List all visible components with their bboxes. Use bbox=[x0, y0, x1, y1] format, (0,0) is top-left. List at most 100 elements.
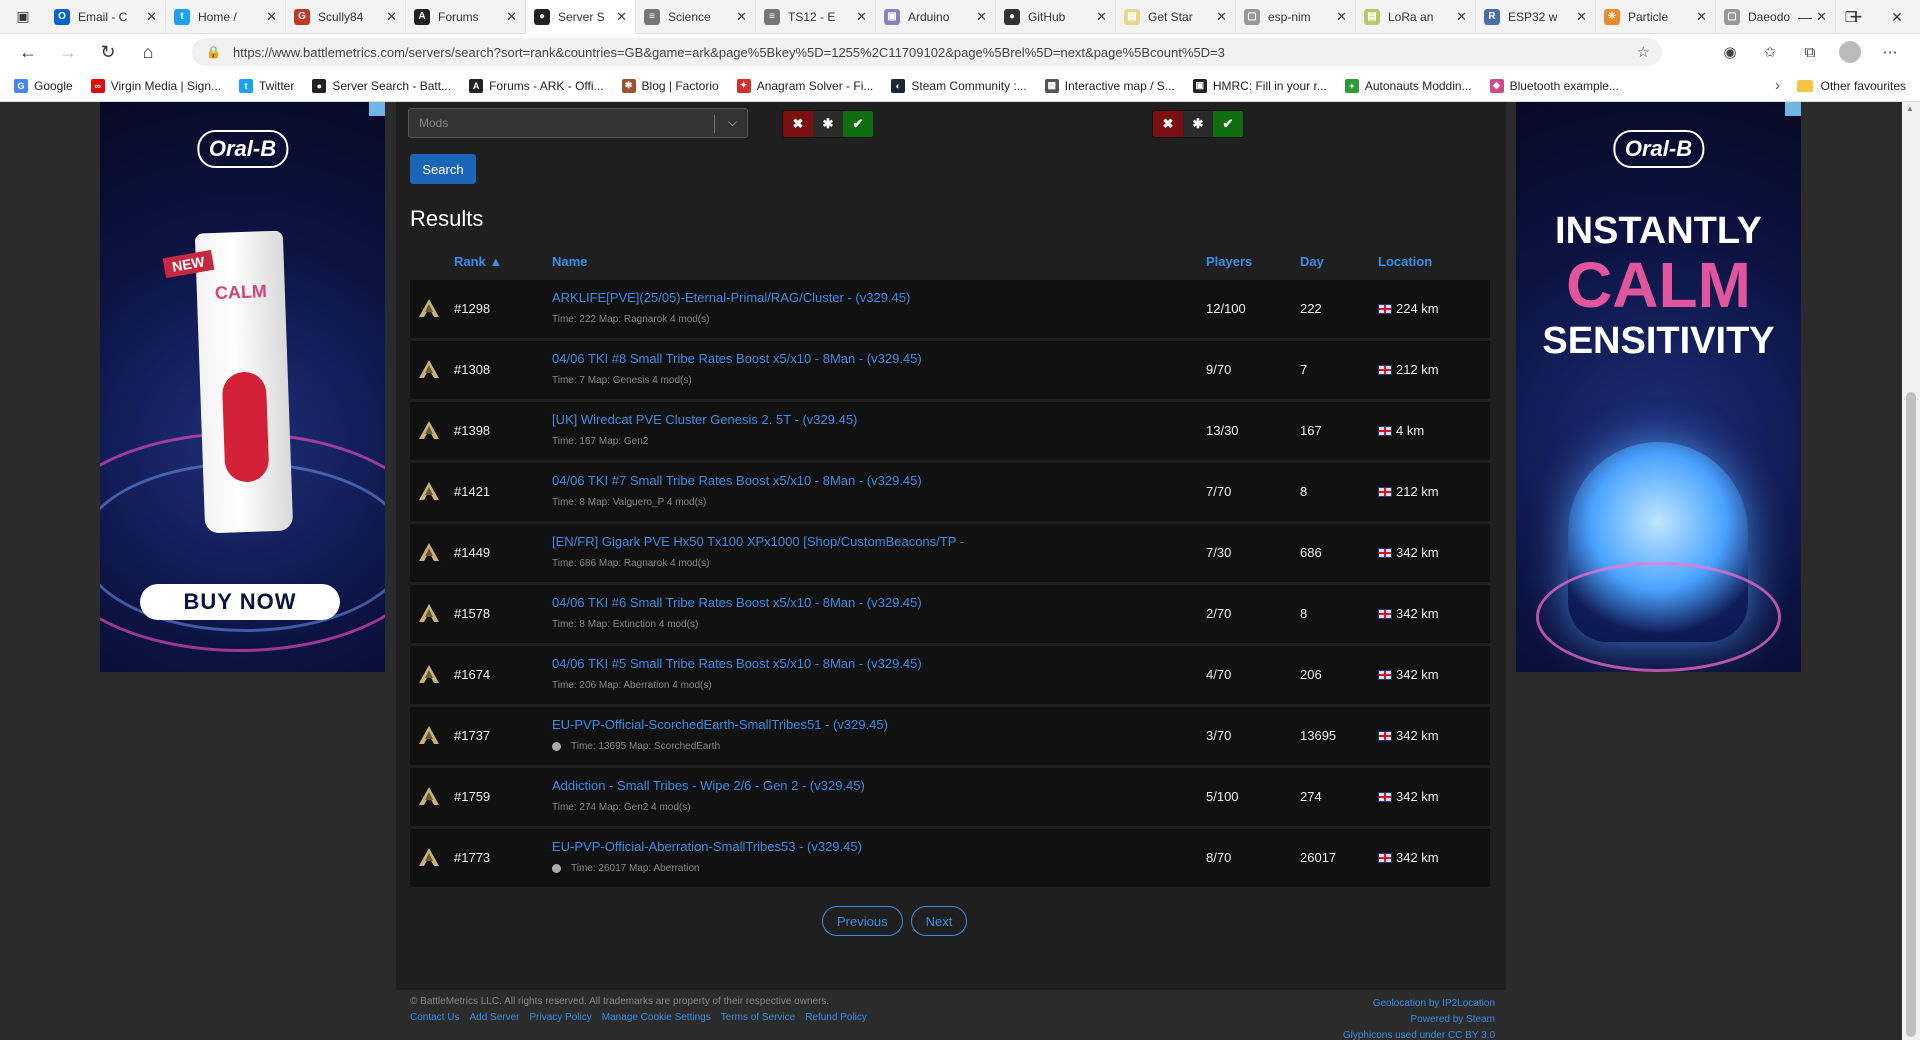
browser-tab[interactable]: ▤ Get Star ✕ bbox=[1116, 0, 1236, 34]
favorite-star-icon[interactable]: ☆ bbox=[1637, 43, 1650, 61]
close-tab-icon[interactable]: ✕ bbox=[1096, 9, 1107, 25]
footer-credit-link[interactable]: Geolocation by IP2Location bbox=[1343, 996, 1495, 1012]
tab-actions-menu-icon[interactable]: ▣ bbox=[0, 0, 46, 34]
table-row[interactable]: #1578 04/06 TKI #6 Small Tribe Rates Boos… bbox=[410, 585, 1490, 643]
bookmark-item[interactable]: A Forums - ARK - Offi... bbox=[469, 78, 604, 93]
home-icon[interactable]: ⌂ bbox=[128, 34, 168, 70]
search-button[interactable]: Search bbox=[410, 154, 476, 184]
restore-icon[interactable]: ❐ bbox=[1828, 0, 1874, 34]
browser-tab[interactable]: ≡ TS12 - E ✕ bbox=[756, 0, 876, 34]
profile-avatar[interactable] bbox=[1839, 41, 1861, 63]
bookmark-item[interactable]: ▣ HMRC: Fill in your r... bbox=[1192, 78, 1327, 93]
favorites-icon[interactable]: ✩ bbox=[1750, 43, 1790, 61]
close-tab-icon[interactable]: ✕ bbox=[976, 9, 987, 25]
table-row[interactable]: #1449 [EN/FR] Gigark PVE Hx50 Tx100 XPx10… bbox=[410, 524, 1490, 582]
table-row[interactable]: #1398 [UK] Wiredcat PVE Cluster Genesis 2… bbox=[410, 402, 1490, 460]
server-name-link[interactable]: Addiction - Small Tribes - Wipe 2/6 - Ge… bbox=[552, 778, 865, 793]
location-column-header[interactable]: Location bbox=[1378, 254, 1432, 269]
server-name-link[interactable]: ARKLIFE[PVE](25/05)-Eternal-Primal/RAG/C… bbox=[552, 290, 910, 305]
extension-icon[interactable]: ◉ bbox=[1710, 43, 1750, 61]
lock-icon[interactable]: 🔒 bbox=[206, 45, 221, 59]
close-tab-icon[interactable]: ✕ bbox=[1336, 9, 1347, 25]
next-page-button[interactable]: Next bbox=[910, 906, 968, 936]
close-tab-icon[interactable]: ✕ bbox=[506, 9, 517, 25]
browser-tab[interactable]: ● Server S ✕ bbox=[526, 0, 636, 34]
close-tab-icon[interactable]: ✕ bbox=[856, 9, 867, 25]
bookmark-item[interactable]: ✱ Blog | Factorio bbox=[621, 78, 719, 93]
neutral-icon[interactable]: ✱ bbox=[1183, 111, 1213, 137]
close-tab-icon[interactable]: ✕ bbox=[616, 9, 627, 25]
footer-link[interactable]: Refund Policy bbox=[805, 1012, 867, 1023]
close-tab-icon[interactable]: ✕ bbox=[1576, 9, 1587, 25]
bookmark-item[interactable]: ▦ Interactive map / S... bbox=[1044, 78, 1175, 93]
ad-choices-icon[interactable] bbox=[1785, 102, 1801, 116]
bookmark-item[interactable]: G Google bbox=[14, 78, 73, 93]
browser-tab[interactable]: ≡ Science ✕ bbox=[636, 0, 756, 34]
page-scrollbar[interactable]: ▲ bbox=[1902, 102, 1920, 1040]
footer-credit-link[interactable]: Powered by Steam bbox=[1343, 1012, 1496, 1028]
table-row[interactable]: #1773 EU-PVP-Official-Aberration-SmallTri… bbox=[410, 829, 1490, 887]
table-row[interactable]: #1308 04/06 TKI #8 Small Tribe Rates Boos… bbox=[410, 341, 1490, 399]
table-row[interactable]: #1759 Addiction - Small Tribes - Wipe 2/6… bbox=[410, 768, 1490, 826]
mods-select[interactable]: Mods ⌵ bbox=[408, 108, 748, 138]
server-name-link[interactable]: [EN/FR] Gigark PVE Hx50 Tx100 XPx1000 [S… bbox=[552, 534, 964, 549]
table-row[interactable]: #1298 ARKLIFE[PVE](25/05)-Eternal-Primal/… bbox=[410, 280, 1490, 338]
browser-tab[interactable]: R ESP32 w ✕ bbox=[1476, 0, 1596, 34]
browser-tab[interactable]: ✳ Particle ✕ bbox=[1596, 0, 1716, 34]
url-field[interactable]: 🔒 https://www.battlemetrics.com/servers/… bbox=[192, 38, 1662, 66]
browser-tab[interactable]: O Email - C ✕ bbox=[46, 0, 166, 34]
browser-tab[interactable]: t Home / ✕ bbox=[166, 0, 286, 34]
back-icon[interactable]: ← bbox=[8, 34, 48, 70]
include-icon[interactable]: ✔ bbox=[843, 111, 873, 137]
server-name-link[interactable]: 04/06 TKI #5 Small Tribe Rates Boost x5/… bbox=[552, 656, 922, 671]
players-column-header[interactable]: Players bbox=[1206, 254, 1252, 269]
bookmark-item[interactable]: ◆ Bluetooth example... bbox=[1489, 78, 1619, 93]
server-name-link[interactable]: 04/06 TKI #8 Small Tribe Rates Boost x5/… bbox=[552, 351, 922, 366]
right-advertisement[interactable]: Oral-B INSTANTLY CALM SENSITIVITY bbox=[1516, 102, 1801, 672]
collections-icon[interactable]: ⧉ bbox=[1790, 44, 1830, 61]
bookmark-item[interactable]: ● Server Search - Batt... bbox=[312, 78, 451, 93]
server-name-link[interactable]: 04/06 TKI #7 Small Tribe Rates Boost x5/… bbox=[552, 473, 922, 488]
rank-column-header[interactable]: Rank ▲ bbox=[454, 254, 502, 269]
close-tab-icon[interactable]: ✕ bbox=[1696, 9, 1707, 25]
bookmark-item[interactable]: ◐ Steam Community :... bbox=[891, 78, 1027, 93]
footer-link[interactable]: Privacy Policy bbox=[530, 1012, 592, 1023]
close-window-icon[interactable]: ✕ bbox=[1874, 0, 1920, 34]
close-tab-icon[interactable]: ✕ bbox=[386, 9, 397, 25]
minimize-icon[interactable]: — bbox=[1782, 0, 1828, 34]
server-name-link[interactable]: 04/06 TKI #6 Small Tribe Rates Boost x5/… bbox=[552, 595, 922, 610]
more-menu-icon[interactable]: ⋯ bbox=[1870, 43, 1910, 61]
bookmark-item[interactable]: ∞ Virgin Media | Sign... bbox=[90, 78, 221, 93]
bookmark-item[interactable]: t Twitter bbox=[239, 78, 294, 93]
bookmark-item[interactable]: + Autonauts Moddin... bbox=[1344, 78, 1472, 93]
table-row[interactable]: #1421 04/06 TKI #7 Small Tribe Rates Boos… bbox=[410, 463, 1490, 521]
browser-tab[interactable]: ▤ LoRa an ✕ bbox=[1356, 0, 1476, 34]
footer-link[interactable]: Terms of Service bbox=[721, 1012, 795, 1023]
bookmark-item[interactable]: ✦ Anagram Solver - Fi... bbox=[736, 78, 873, 93]
server-name-link[interactable]: EU-PVP-Official-Aberration-SmallTribes53… bbox=[552, 839, 862, 854]
close-tab-icon[interactable]: ✕ bbox=[1456, 9, 1467, 25]
day-column-header[interactable]: Day bbox=[1300, 254, 1324, 269]
browser-tab[interactable]: A Forums ✕ bbox=[406, 0, 526, 34]
browser-tab[interactable]: ▣ Arduino ✕ bbox=[876, 0, 996, 34]
forward-icon[interactable]: → bbox=[48, 34, 88, 70]
neutral-icon[interactable]: ✱ bbox=[813, 111, 843, 137]
footer-link[interactable]: Manage Cookie Settings bbox=[602, 1012, 711, 1023]
server-name-link[interactable]: [UK] Wiredcat PVE Cluster Genesis 2. 5T … bbox=[552, 412, 857, 427]
previous-page-button[interactable]: Previous bbox=[822, 906, 903, 936]
browser-tab[interactable]: G Scully84 ✕ bbox=[286, 0, 406, 34]
scroll-up-icon[interactable]: ▲ bbox=[1906, 104, 1914, 113]
close-tab-icon[interactable]: ✕ bbox=[266, 9, 277, 25]
table-row[interactable]: #1737 EU-PVP-Official-ScorchedEarth-Small… bbox=[410, 707, 1490, 765]
other-favourites[interactable]: Other favourites bbox=[1796, 79, 1906, 93]
scrollbar-thumb[interactable] bbox=[1906, 392, 1916, 1037]
close-tab-icon[interactable]: ✕ bbox=[1216, 9, 1227, 25]
close-tab-icon[interactable]: ✕ bbox=[146, 9, 157, 25]
browser-tab[interactable]: ● GitHub ✕ bbox=[996, 0, 1116, 34]
ad-choices-icon[interactable] bbox=[369, 102, 385, 116]
server-name-link[interactable]: EU-PVP-Official-ScorchedEarth-SmallTribe… bbox=[552, 717, 888, 732]
exclude-icon[interactable]: ✖ bbox=[1153, 111, 1183, 137]
exclude-icon[interactable]: ✖ bbox=[783, 111, 813, 137]
footer-credit-link[interactable]: Glyphicons used under CC BY 3.0 bbox=[1343, 1028, 1495, 1040]
include-icon[interactable]: ✔ bbox=[1213, 111, 1243, 137]
